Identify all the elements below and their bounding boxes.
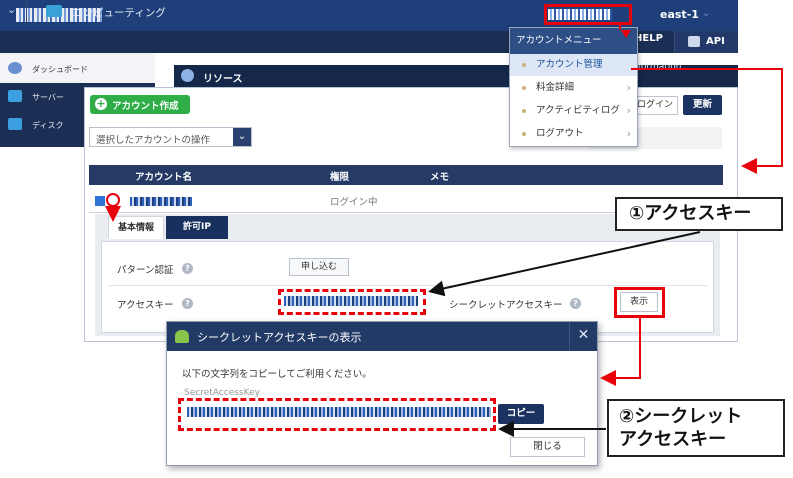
menu-item-logout[interactable]: ログアウト › [510, 123, 637, 145]
column-memo[interactable]: メモ [430, 169, 449, 183]
disk-icon [8, 118, 22, 130]
chevron-right-icon: › [626, 81, 631, 94]
sidebar-item-label[interactable]: ディスク [32, 120, 63, 131]
highlight-account-menu [544, 4, 632, 25]
resource-icon [181, 69, 194, 82]
close-icon[interactable]: ✕ [569, 322, 597, 351]
resource-title: リソース [203, 74, 243, 85]
access-key-label: アクセスキー [117, 300, 174, 311]
sidebar-item-label[interactable]: サーバー [32, 92, 64, 103]
chevron-down-icon: ⌄ [233, 128, 251, 146]
menu-item-label: アカウント管理 [536, 59, 603, 70]
menu-item-account-management[interactable]: アカウント管理 [510, 54, 637, 76]
modal-title: シークレットアクセスキーの表示 [197, 331, 362, 344]
menu-item-activity-log[interactable]: アクティビティログ › [510, 100, 637, 122]
secret-key-field-label: SecretAccessKey [184, 388, 260, 398]
sidebar-item-label[interactable]: ダッシュボード [32, 64, 88, 75]
api-label[interactable]: API [706, 36, 725, 47]
help-icon[interactable]: ? [570, 298, 581, 309]
account-name-obfuscated[interactable] [130, 197, 192, 206]
action-select-value: 選択したアカウントの操作 [96, 135, 211, 146]
account-menu: アカウントメニュー アカウント管理 料金詳細 › アクティビティログ › ログア… [509, 27, 638, 147]
apply-button[interactable]: 申し込む [289, 258, 349, 276]
menu-item-label: ログアウト [536, 128, 584, 139]
account-action-select[interactable]: 選択したアカウントの操作 ⌄ [89, 127, 252, 147]
nav-section-computing[interactable]: コンピューティング [72, 5, 166, 20]
users-icon [175, 330, 189, 343]
secret-key-label: シークレットアクセスキー [449, 300, 563, 311]
chevron-right-icon: › [626, 104, 631, 117]
row-expand-toggle[interactable] [106, 193, 120, 207]
help-link[interactable]: HELP [634, 33, 663, 44]
close-button[interactable]: 閉じる [510, 437, 585, 457]
callout-secret-line1: ②シークレット [619, 406, 743, 427]
modal-description: 以下の文字列をコピーしてご利用ください。 [182, 369, 372, 380]
tab-allowed-ip[interactable]: 許可IP [166, 216, 228, 239]
highlight-access-key [278, 289, 426, 315]
column-account-name[interactable]: アカウント名 [135, 169, 192, 183]
server-icon [8, 90, 22, 102]
screenshot-root: east-1 ⌄ ⌄ コンピューティング HELP API ダッシュボード サー… [0, 0, 793, 478]
menu-item-label: アクティビティログ [536, 105, 620, 116]
callout-secret-line2: アクセスキー [619, 429, 727, 450]
callout-access-key: ①アクセスキー [615, 197, 783, 231]
nav-divider [26, 0, 27, 22]
callout-secret-key: ②シークレット アクセスキー [607, 399, 785, 457]
computing-icon [46, 5, 62, 17]
bullet-icon [522, 109, 526, 113]
tab-basic-info[interactable]: 基本情報 [108, 216, 164, 239]
field-divider [108, 285, 708, 286]
plus-icon: + [95, 97, 107, 110]
row-checkbox[interactable] [95, 196, 105, 206]
chevron-down-icon[interactable]: ⌄ [702, 8, 710, 19]
column-permission[interactable]: 権限 [330, 169, 349, 183]
puzzle-icon [688, 36, 700, 47]
highlight-secret-key [178, 398, 496, 431]
bullet-icon [522, 63, 526, 67]
create-account-button[interactable]: + アカウント作成 [90, 95, 190, 114]
dashboard-icon [8, 62, 22, 74]
menu-item-label: 料金詳細 [536, 82, 575, 93]
chevron-down-icon[interactable]: ⌄ [7, 3, 16, 16]
create-account-label: アカウント作成 [112, 101, 179, 112]
chevron-right-icon: › [626, 127, 631, 140]
bullet-icon [522, 86, 526, 90]
account-menu-title: アカウントメニュー [510, 28, 637, 54]
region-selector[interactable]: east-1 [660, 8, 699, 21]
row-permission: ログイン中 [330, 197, 378, 208]
bullet-icon [522, 132, 526, 136]
information-label[interactable]: nformation [632, 62, 681, 72]
login-button[interactable]: ログイン [632, 96, 678, 115]
help-icon[interactable]: ? [182, 263, 193, 274]
copy-button[interactable]: コピー [498, 404, 544, 424]
arrow-down-icon [621, 30, 631, 38]
highlight-show-button [614, 287, 665, 318]
secret-key-modal: シークレットアクセスキーの表示 ✕ 以下の文字列をコピーしてご利用ください。 S… [166, 321, 598, 466]
menu-item-billing[interactable]: 料金詳細 › [510, 77, 637, 99]
help-icon[interactable]: ? [182, 298, 193, 309]
pattern-auth-label: パターン認証 [117, 265, 174, 276]
refresh-button[interactable]: 更新 [683, 95, 722, 115]
